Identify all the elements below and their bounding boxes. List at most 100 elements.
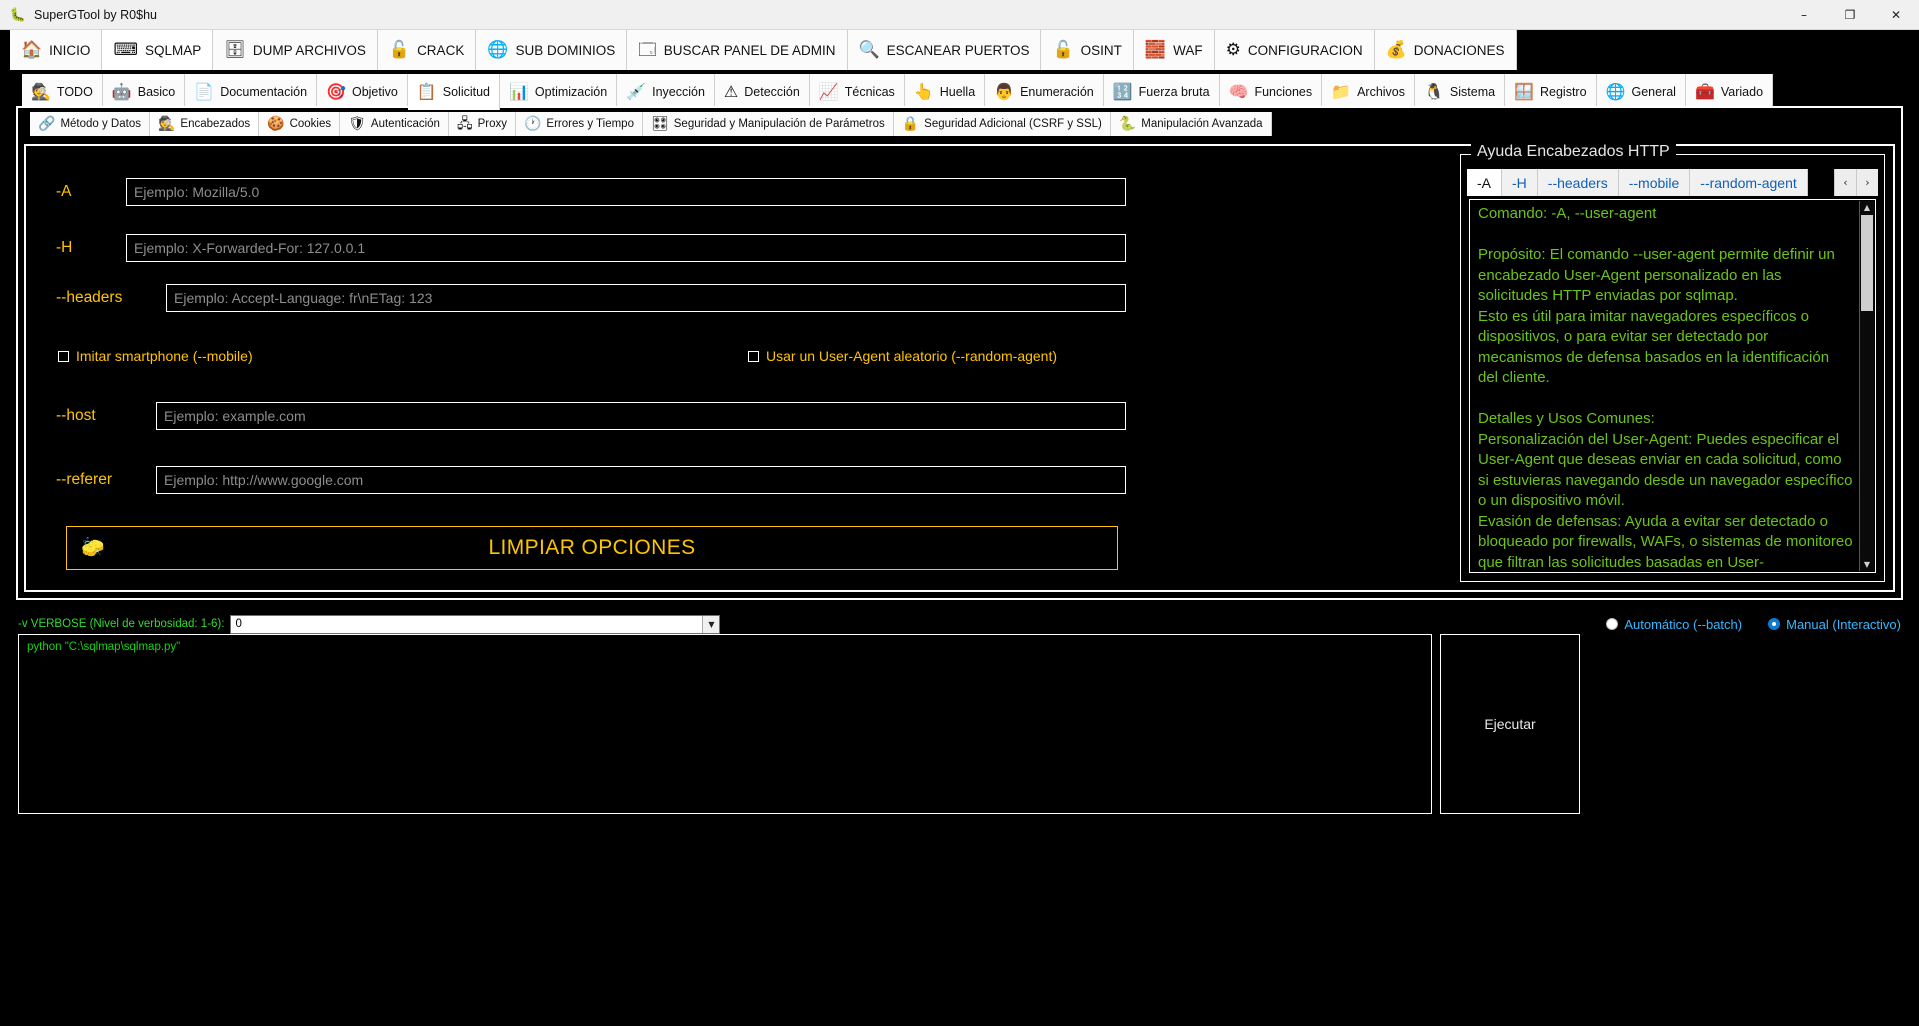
tab-donaciones[interactable]: 💰 DONACIONES bbox=[1374, 30, 1517, 70]
tab-errores-y-tiempo[interactable]: 🕐 Errores y Tiempo bbox=[515, 112, 643, 136]
mobile-checkbox[interactable] bbox=[58, 350, 69, 362]
tab-sub-dominios[interactable]: 🌐 SUB DOMINIOS bbox=[476, 30, 628, 70]
tab-todo[interactable]: 🕵 TODO bbox=[22, 74, 103, 110]
donate-box-icon: 💰 bbox=[1385, 39, 1407, 60]
scroll-down-icon[interactable]: ▼ bbox=[1860, 558, 1874, 571]
binary-code-icon: 🔢 bbox=[1112, 82, 1133, 101]
hacker-icon: 🕵 bbox=[31, 82, 51, 101]
mode-automatic-radio-row[interactable]: Automático (--batch) bbox=[1606, 617, 1742, 632]
chevron-down-icon[interactable]: ▼ bbox=[702, 615, 720, 633]
tab-seguridad-y-manipulaci-n-de-par-metros[interactable]: 🎛 Seguridad y Manipulación de Parámetros bbox=[642, 112, 894, 136]
tab-funciones[interactable]: 🧠 Funciones bbox=[1219, 74, 1323, 110]
mode-manual-radio-row[interactable]: Manual (Interactivo) bbox=[1768, 617, 1901, 632]
random-agent-checkbox-row[interactable]: Usar un User-Agent aleatorio (--random-a… bbox=[748, 348, 1057, 364]
command-preview-console[interactable]: python "C:\sqlmap\sqlmap.py" bbox=[18, 634, 1432, 814]
tab-inyecci-n[interactable]: 💉 Inyección bbox=[617, 74, 715, 110]
tab-variado[interactable]: 🧰 Variado bbox=[1685, 74, 1774, 110]
command-line: python "C:\sqlmap\sqlmap.py" bbox=[27, 641, 181, 653]
user-agent-input[interactable] bbox=[126, 178, 1126, 206]
mode-automatic-radio[interactable] bbox=[1606, 618, 1619, 630]
clear-options-label: LIMPIAR OPCIONES bbox=[488, 536, 696, 559]
help-tab-headers[interactable]: --headers bbox=[1537, 169, 1619, 196]
tab-cookies[interactable]: 🍪 Cookies bbox=[259, 112, 341, 136]
close-button[interactable]: ✕ bbox=[1873, 0, 1919, 30]
tab-enumeraci-n[interactable]: 👨 Enumeración bbox=[985, 74, 1104, 110]
tab-crack[interactable]: 🔓 CRACK bbox=[377, 30, 477, 70]
firewall-brick-icon: 🧱 bbox=[1144, 39, 1167, 60]
tab-label: Autenticación bbox=[370, 118, 440, 130]
sqlmap-options-panel: 🔗 Método y Datos 🕵 Encabezados 🍪 Cookies 🛡 Aute… bbox=[16, 106, 1903, 600]
tab-escanear-puertos[interactable]: 🔍 ESCANEAR PUERTOS bbox=[847, 30, 1042, 70]
tab-detecci-n[interactable]: ⚠ Detección bbox=[714, 74, 810, 110]
tab-configuracion[interactable]: ⚙ CONFIGURACION bbox=[1214, 30, 1375, 70]
globe-gear-icon: 🌐 bbox=[1605, 82, 1626, 101]
secondary-tabbar: 🕵 TODO 🤖 Basico 📄 Documentación 🎯 Objetivo 📋 Soli… bbox=[0, 74, 1919, 110]
tab-t-cnicas[interactable]: 📈 Técnicas bbox=[809, 74, 905, 110]
tab-m-todo-y-datos[interactable]: 🔗 Método y Datos bbox=[30, 112, 150, 136]
field-label-host: --host bbox=[56, 407, 96, 424]
verbose-row: -v VERBOSE (Nivel de verbosidad: 1-6): 0… bbox=[18, 612, 1901, 636]
tab-documentaci-n[interactable]: 📄 Documentación bbox=[185, 74, 318, 110]
tab-dump-archivos[interactable]: 🗄 DUMP ARCHIVOS bbox=[213, 30, 378, 70]
field-label-header: -H bbox=[56, 239, 73, 256]
mobile-checkbox-row[interactable]: Imitar smartphone (--mobile) bbox=[58, 348, 253, 364]
tab-proxy[interactable]: 🖧 Proxy bbox=[448, 112, 516, 136]
tab-label: OSINT bbox=[1080, 42, 1122, 58]
tab-sqlmap[interactable]: ⌨ SQLMAP bbox=[102, 30, 214, 70]
verbose-select[interactable]: 0 ▼ bbox=[230, 614, 721, 634]
header-input[interactable] bbox=[126, 234, 1126, 262]
maximize-button[interactable]: ❐ bbox=[1827, 0, 1873, 30]
tab-encabezados[interactable]: 🕵 Encabezados bbox=[149, 112, 260, 136]
ssl-shield-icon: 🔒 bbox=[901, 116, 920, 132]
tab-solicitud[interactable]: 📋 Solicitud bbox=[407, 74, 500, 110]
host-input[interactable] bbox=[156, 402, 1126, 430]
tab-autenticaci-n[interactable]: 🛡 Autenticación bbox=[340, 112, 449, 136]
execute-button[interactable]: Ejecutar bbox=[1440, 634, 1580, 814]
tab-label: Funciones bbox=[1254, 85, 1313, 99]
help-tab-h[interactable]: -H bbox=[1502, 169, 1538, 196]
tab-archivos[interactable]: 📁 Archivos bbox=[1322, 74, 1415, 110]
tab-seguridad-adicional-csrf-y-ssl[interactable]: 🔒 Seguridad Adicional (CSRF y SSL) bbox=[893, 112, 1111, 136]
injection-icon: 💉 bbox=[626, 82, 647, 101]
prev-arrow-icon[interactable]: ‹ bbox=[1834, 169, 1856, 196]
tab-osint[interactable]: 🔓 OSINT bbox=[1041, 30, 1134, 70]
mode-manual-radio[interactable] bbox=[1768, 618, 1781, 630]
tab-label: Seguridad y Manipulación de Parámetros bbox=[673, 118, 885, 130]
shield-check-icon: 🛡 bbox=[348, 116, 366, 132]
window-titlebar: 🐛 SuperGTool by R0$hu – ❐ ✕ bbox=[0, 0, 1919, 30]
tab-general[interactable]: 🌐 General bbox=[1596, 74, 1686, 110]
tab-basico[interactable]: 🤖 Basico bbox=[102, 74, 186, 110]
headers-input[interactable] bbox=[166, 284, 1126, 312]
cookie-icon: 🍪 bbox=[267, 116, 285, 132]
tab-label: Encabezados bbox=[180, 118, 251, 130]
tab-buscar-panel-de-admin[interactable]: 🗔 BUSCAR PANEL DE ADMIN bbox=[627, 30, 848, 70]
verbose-value: 0 bbox=[235, 618, 242, 630]
clear-options-button[interactable]: 🧽 LIMPIAR OPCIONES bbox=[66, 526, 1118, 570]
help-tab-mobile[interactable]: --mobile bbox=[1618, 169, 1691, 196]
minimize-button[interactable]: – bbox=[1781, 0, 1827, 30]
scroll-thumb[interactable] bbox=[1861, 215, 1873, 311]
tab-registro[interactable]: 🪟 Registro bbox=[1505, 74, 1597, 110]
next-arrow-icon[interactable]: › bbox=[1856, 169, 1878, 196]
mobile-checkbox-label: Imitar smartphone (--mobile) bbox=[76, 348, 253, 364]
tab-fuerza-bruta[interactable]: 🔢 Fuerza bruta bbox=[1103, 74, 1220, 110]
tab-sistema[interactable]: 🐧 Sistema bbox=[1415, 74, 1506, 110]
random-agent-checkbox[interactable] bbox=[748, 350, 759, 362]
tab-optimizaci-n[interactable]: 📊 Optimización bbox=[500, 74, 618, 110]
referer-input[interactable] bbox=[156, 466, 1126, 494]
tab-manipulaci-n-avanzada[interactable]: 🐍 Manipulación Avanzada bbox=[1110, 112, 1272, 136]
tab-waf[interactable]: 🧱 WAF bbox=[1133, 30, 1215, 70]
help-tab-a[interactable]: -A bbox=[1467, 169, 1502, 196]
help-scrollbar[interactable]: ▲ ▼ bbox=[1859, 201, 1874, 571]
target-icon: 🎯 bbox=[326, 82, 346, 101]
tab-label: Seguridad Adicional (CSRF y SSL) bbox=[924, 118, 1102, 130]
eraser-icon: 🧽 bbox=[81, 537, 105, 559]
tab-huella[interactable]: 👆 Huella bbox=[904, 74, 986, 110]
tab-label: Optimización bbox=[534, 85, 608, 99]
scroll-up-icon[interactable]: ▲ bbox=[1860, 201, 1874, 214]
tab-label: Método y Datos bbox=[60, 118, 141, 130]
help-tab-random-agent[interactable]: --random-agent bbox=[1690, 169, 1808, 196]
tab-inicio[interactable]: 🏠 INICIO bbox=[10, 30, 103, 70]
tab-label: Enumeración bbox=[1020, 85, 1094, 99]
tab-objetivo[interactable]: 🎯 Objetivo bbox=[317, 74, 408, 110]
